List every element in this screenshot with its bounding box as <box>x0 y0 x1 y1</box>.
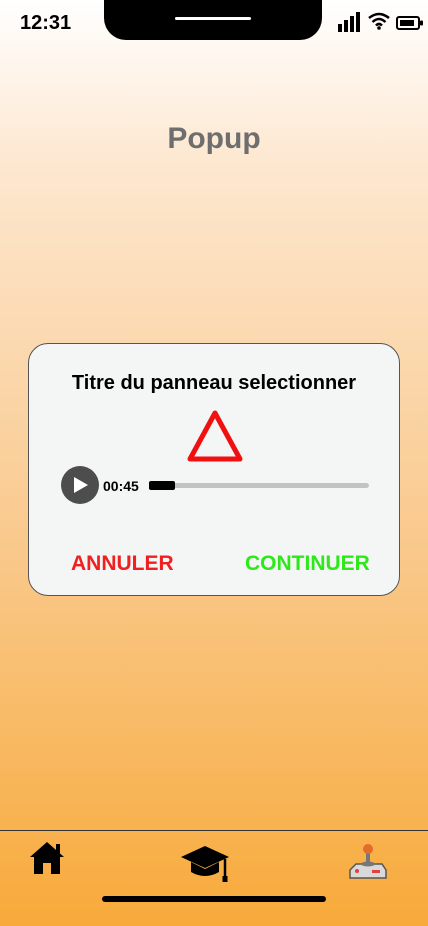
wifi-icon <box>368 12 390 30</box>
home-icon[interactable] <box>28 840 66 876</box>
play-button[interactable] <box>61 466 99 504</box>
play-icon <box>74 477 88 493</box>
popup-title: Titre du panneau selectionner <box>71 372 357 394</box>
nav-divider <box>0 830 428 831</box>
notch-bar <box>175 17 251 20</box>
audio-progress-fill <box>149 481 176 490</box>
status-time: 12:31 <box>20 12 72 34</box>
notch <box>104 0 322 40</box>
battery-icon <box>396 16 423 30</box>
warning-triangle-icon <box>187 410 243 462</box>
joystick-icon[interactable] <box>348 840 388 882</box>
signal-icon <box>338 12 360 32</box>
audio-time: 00:45 <box>103 478 139 494</box>
popup-dialog: Titre du panneau selectionner 00:45 ANNU… <box>28 343 400 596</box>
cancel-button[interactable]: ANNULER <box>71 552 174 576</box>
graduation-cap-icon[interactable] <box>180 842 230 884</box>
audio-progress-bar[interactable] <box>149 481 369 490</box>
page-title: Popup <box>167 122 261 155</box>
continue-button[interactable]: CONTINUER <box>245 552 370 576</box>
home-indicator <box>102 896 326 902</box>
status-bar: 12:31 <box>0 0 428 44</box>
